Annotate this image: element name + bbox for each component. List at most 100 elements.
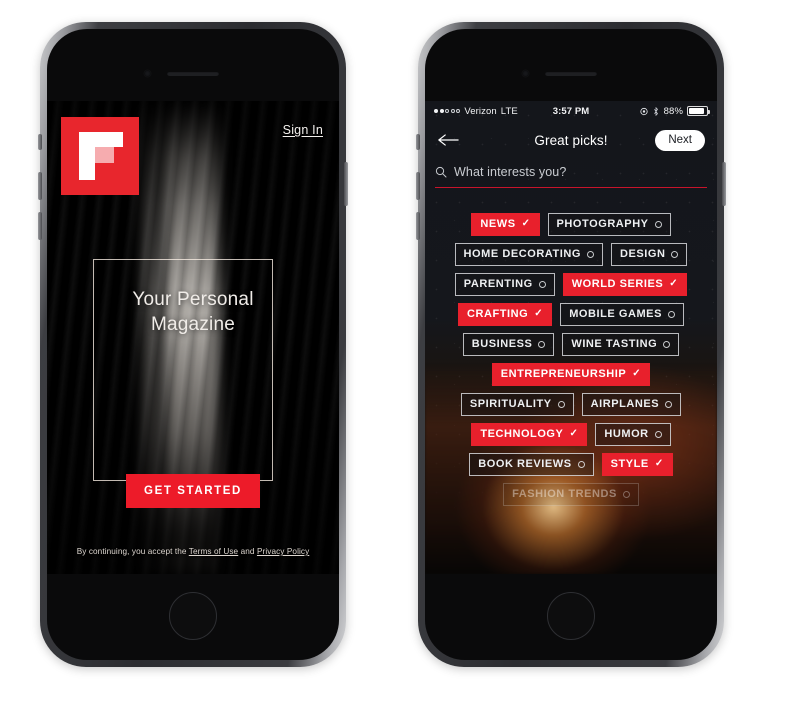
interest-tag-label: PARENTING (463, 278, 533, 290)
privacy-policy-link[interactable]: Privacy Policy (257, 547, 309, 556)
phone-device-right: Verizon LTE 3:57 PM 88% Great picks! Nex… (416, 22, 726, 667)
interest-tag-photography[interactable]: PHOTOGRAPHY (547, 213, 671, 236)
next-button[interactable]: Next (655, 129, 705, 151)
screen-left: Sign In Your Personal Magazine GET START… (47, 101, 339, 574)
back-arrow-icon[interactable] (437, 133, 459, 147)
interest-tag-row: FASHION TRENDS (433, 483, 709, 506)
interest-tag-home-decorating[interactable]: HOME DECORATING (454, 243, 603, 266)
earpiece-speaker (167, 71, 219, 76)
phone-device-left: Sign In Your Personal Magazine GET START… (38, 22, 348, 667)
ring-switch[interactable] (416, 134, 420, 150)
screen-right: Verizon LTE 3:57 PM 88% Great picks! Nex… (425, 101, 717, 574)
interest-tag-label: WINE TASTING (571, 338, 658, 350)
interest-tag-row: BOOK REVIEWS STYLE ✓ (433, 453, 709, 476)
check-icon: ✓ (669, 278, 679, 289)
power-button[interactable] (344, 162, 348, 206)
interest-tag-humor[interactable]: HUMOR (595, 423, 671, 446)
interest-tag-label: SPIRITUALITY (469, 398, 552, 410)
interest-tag-label: STYLE (610, 458, 649, 470)
hero-title-line-2: Magazine (151, 314, 235, 335)
circle-icon (671, 250, 679, 258)
search-icon (435, 166, 447, 178)
status-bar-left: Verizon LTE (434, 106, 518, 117)
status-bar: Verizon LTE 3:57 PM 88% (425, 101, 717, 121)
interest-tag-world-series[interactable]: WORLD SERIES ✓ (562, 273, 688, 296)
interest-tag-label: BOOK REVIEWS (478, 458, 572, 470)
interest-tag-label: TECHNOLOGY (480, 428, 564, 440)
hero-title-line-1: Your Personal (132, 289, 254, 310)
interest-tag-airplanes[interactable]: AIRPLANES (581, 393, 682, 416)
interest-tag-business[interactable]: BUSINESS (462, 333, 555, 356)
legal-prefix: By continuing, you accept the (76, 547, 189, 556)
interest-tag-wine-tasting[interactable]: WINE TASTING (562, 333, 680, 356)
interest-tag-entrepreneurship[interactable]: ENTREPRENEURSHIP ✓ (491, 363, 651, 386)
nav-bar: Great picks! Next (425, 121, 717, 159)
interest-tag-label: BUSINESS (471, 338, 533, 350)
status-bar-right: 88% (640, 105, 710, 117)
interest-tag-list: NEWS ✓ PHOTOGRAPHY HOME DECORATING DESIGN PAR… (425, 201, 717, 574)
interest-tag-parenting[interactable]: PARENTING (454, 273, 555, 296)
check-icon: ✓ (521, 218, 531, 229)
home-button[interactable] (169, 592, 217, 640)
circle-icon (538, 280, 546, 288)
interest-tag-design[interactable]: DESIGN (610, 243, 688, 266)
ring-switch[interactable] (38, 134, 42, 150)
interest-tag-label: MOBILE GAMES (569, 308, 662, 320)
interest-tag-label: NEWS (480, 218, 516, 230)
interest-tag-label: DESIGN (619, 248, 666, 260)
interest-tag-news[interactable]: NEWS ✓ (471, 213, 540, 236)
circle-icon (654, 220, 662, 228)
phone-body-right: Verizon LTE 3:57 PM 88% Great picks! Nex… (425, 29, 717, 660)
volume-down-button[interactable] (38, 212, 42, 240)
front-camera (144, 70, 151, 77)
circle-icon (538, 340, 546, 348)
interest-tag-label: ENTREPRENEURSHIP (500, 368, 627, 380)
volume-up-button[interactable] (416, 172, 420, 200)
interest-tag-mobile-games[interactable]: MOBILE GAMES (560, 303, 684, 326)
circle-icon (665, 400, 673, 408)
search-input[interactable]: What interests you? (454, 165, 566, 179)
flipboard-logo (61, 117, 139, 195)
earpiece-speaker (545, 71, 597, 76)
legal-disclaimer: By continuing, you accept the Terms of U… (47, 547, 339, 556)
signal-strength-icon (434, 109, 461, 113)
interest-tag-crafting[interactable]: CRAFTING ✓ (458, 303, 553, 326)
bluetooth-icon (653, 106, 658, 116)
volume-down-button[interactable] (416, 212, 420, 240)
interest-tag-style[interactable]: STYLE ✓ (601, 453, 673, 476)
sign-in-link[interactable]: Sign In (283, 123, 323, 137)
volume-up-button[interactable] (38, 172, 42, 200)
front-camera (522, 70, 529, 77)
search-bar[interactable]: What interests you? (435, 159, 707, 188)
circle-icon (622, 490, 630, 498)
get-started-button[interactable]: GET STARTED (126, 474, 260, 508)
circle-icon (663, 340, 671, 348)
interest-tag-row: BUSINESS WINE TASTING (433, 333, 709, 356)
interest-tag-label: WORLD SERIES (571, 278, 664, 290)
interest-tag-label: AIRPLANES (590, 398, 660, 410)
interest-tag-fashion-trends[interactable]: FASHION TRENDS (503, 483, 639, 506)
circle-icon (586, 250, 594, 258)
interest-tag-label: PHOTOGRAPHY (556, 218, 649, 230)
logo-mid-arm (95, 147, 114, 163)
battery-icon (687, 106, 710, 116)
legal-conjunction: and (238, 547, 257, 556)
check-icon: ✓ (534, 308, 544, 319)
interest-tag-book-reviews[interactable]: BOOK REVIEWS (469, 453, 594, 476)
interest-tag-row: HOME DECORATING DESIGN (433, 243, 709, 266)
interest-tag-row: CRAFTING ✓ MOBILE GAMES (433, 303, 709, 326)
circle-icon (654, 430, 662, 438)
carrier-label: Verizon (464, 105, 497, 117)
phone-body-left: Sign In Your Personal Magazine GET START… (47, 29, 339, 660)
battery-percent-label: 88% (663, 105, 683, 117)
terms-of-use-link[interactable]: Terms of Use (189, 547, 238, 556)
interest-tag-spirituality[interactable]: SPIRITUALITY (460, 393, 574, 416)
check-icon: ✓ (632, 368, 642, 379)
interest-tag-technology[interactable]: TECHNOLOGY ✓ (471, 423, 588, 446)
interest-tag-row: NEWS ✓ PHOTOGRAPHY (433, 213, 709, 236)
home-button[interactable] (547, 592, 595, 640)
logo-top-arm (79, 132, 123, 147)
hero-title: Your Personal Magazine (47, 287, 339, 337)
power-button[interactable] (722, 162, 726, 206)
check-icon: ✓ (654, 458, 664, 469)
